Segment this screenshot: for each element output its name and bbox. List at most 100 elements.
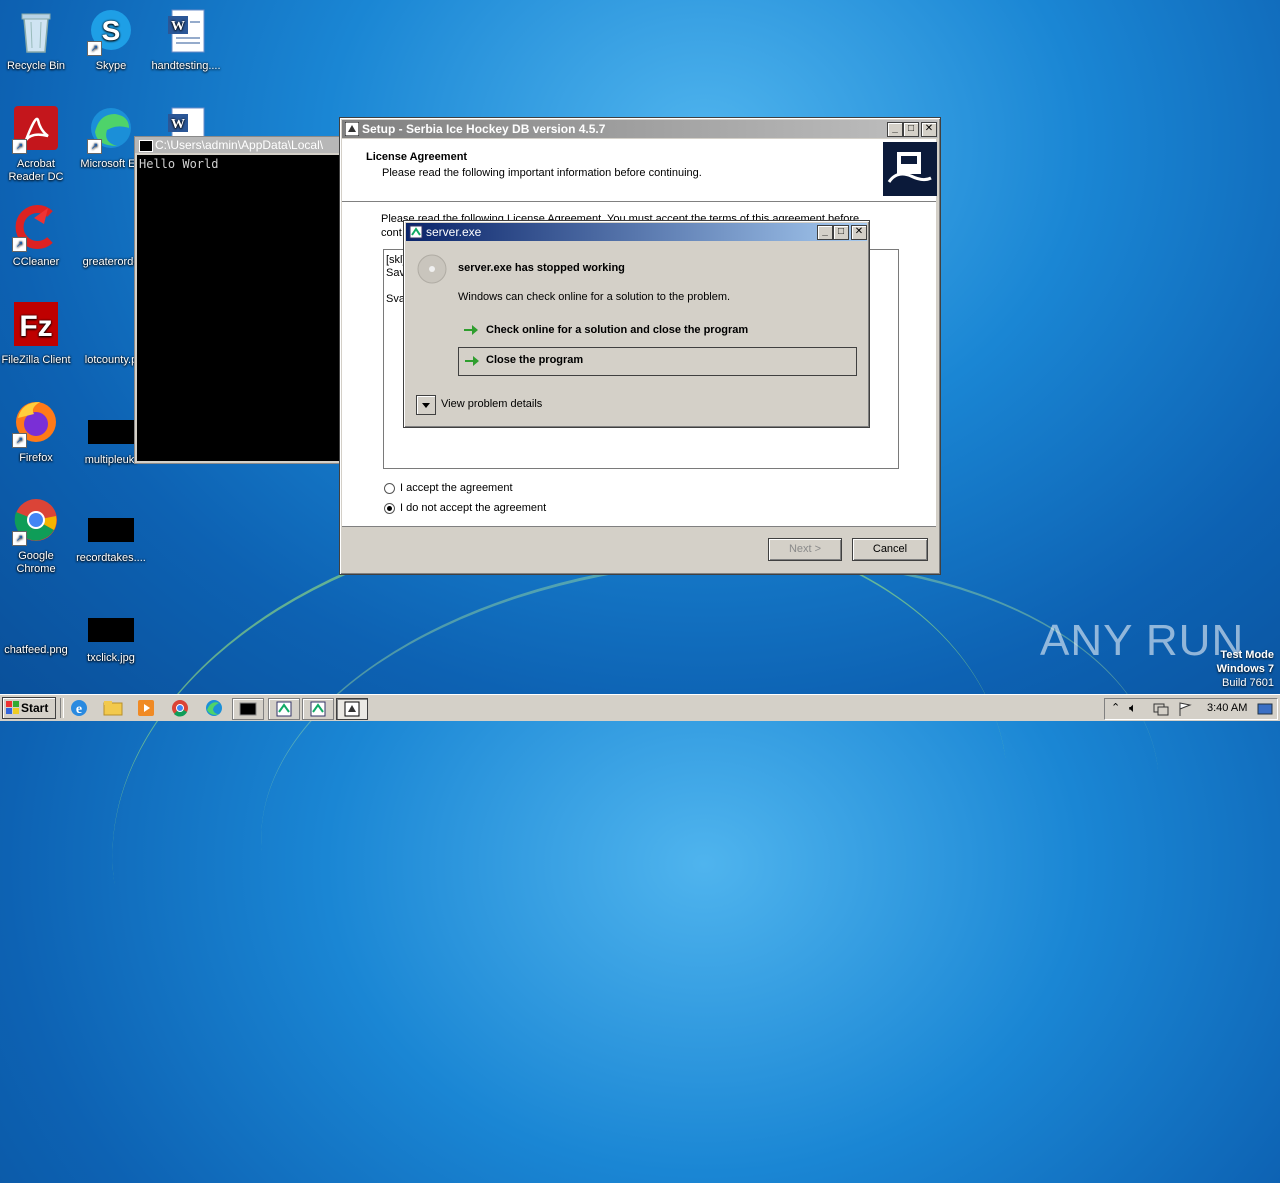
- maximize-button[interactable]: □: [903, 122, 919, 137]
- cancel-button[interactable]: Cancel: [852, 538, 928, 561]
- close-button[interactable]: ✕: [851, 225, 867, 240]
- setup-app-icon: [345, 122, 359, 136]
- check-online-option[interactable]: Check online for a solution and close th…: [458, 318, 856, 342]
- build-line: Build 7601: [1222, 677, 1274, 689]
- license-intro-line2: cont: [381, 227, 402, 239]
- console-taskbar-button[interactable]: [232, 698, 264, 720]
- next-button[interactable]: Next >: [768, 538, 842, 561]
- explorer-taskbar-icon[interactable]: [102, 698, 130, 718]
- decline-radio[interactable]: [384, 503, 395, 514]
- edge-taskbar-icon[interactable]: [203, 698, 231, 718]
- shortcut-arrow-icon: ↗: [12, 531, 27, 546]
- os-line: Windows 7: [1216, 663, 1274, 675]
- start-button[interactable]: Start: [2, 697, 56, 719]
- recycle-bin-icon[interactable]: Recycle Bin: [0, 8, 74, 73]
- minimize-button[interactable]: _: [817, 225, 833, 240]
- filezilla-icon[interactable]: Fz FileZilla Client: [0, 302, 74, 367]
- shortcut-arrow-icon: ↗: [87, 41, 102, 56]
- show-desktop-icon[interactable]: [1257, 701, 1273, 717]
- console-titlebar[interactable]: C:\Users\admin\AppData\Local\: [135, 137, 341, 153]
- firefox-icon[interactable]: ↗ Firefox: [0, 400, 74, 465]
- green-arrow-icon: [464, 325, 478, 335]
- details-toggle-button[interactable]: [416, 395, 436, 415]
- start-label: Start: [21, 701, 49, 715]
- flag-icon[interactable]: [1177, 701, 1193, 717]
- shortcut-arrow-icon: ↗: [12, 433, 27, 448]
- tray-expand-icon[interactable]: ⌃: [1111, 701, 1120, 714]
- setup-titlebar[interactable]: Setup - Serbia Ice Hockey DB version 4.5…: [342, 120, 938, 138]
- icon-label: Google Chrome: [16, 550, 56, 575]
- svg-text:e: e: [76, 702, 82, 717]
- server-app-icon: [409, 225, 423, 239]
- taskbar: Start e ⌃ 🔈︎ 3:40 AM: [0, 694, 1280, 721]
- word-doc-icon[interactable]: W handtesting....: [148, 8, 224, 73]
- check-online-label: Check online for a solution and close th…: [486, 324, 749, 336]
- svg-text:W: W: [171, 19, 185, 34]
- file-icon-chatfeed[interactable]: chatfeed.png: [0, 600, 74, 657]
- icon-label: Microsoft Ed: [80, 158, 142, 170]
- volume-icon[interactable]: 🔈︎: [1129, 700, 1137, 716]
- watermark-text: ANY RUN: [1040, 616, 1245, 665]
- svg-text:Fz: Fz: [19, 310, 52, 343]
- console-output: Hello World: [137, 155, 339, 461]
- network-icon[interactable]: [1153, 701, 1169, 717]
- icon-label: FileZilla Client: [1, 354, 71, 366]
- icon-label: Acrobat Reader DC: [8, 158, 64, 183]
- media-player-taskbar-icon[interactable]: [135, 698, 163, 718]
- shortcut-arrow-icon: ↗: [12, 237, 27, 252]
- icon-label: Skype: [95, 60, 127, 72]
- console-window[interactable]: C:\Users\admin\AppData\Local\ Hello Worl…: [134, 136, 342, 464]
- setup-wizard-icon: [883, 142, 937, 196]
- file-icon-recordtakes[interactable]: recordtakes....: [73, 504, 149, 565]
- chevron-down-icon: [422, 403, 430, 408]
- trash-icon: [21, 13, 51, 53]
- icon-label: txclick.jpg: [87, 652, 135, 664]
- icon-label: lotcounty.p: [84, 354, 138, 366]
- close-button[interactable]: ✕: [921, 122, 937, 137]
- maximize-button[interactable]: □: [833, 225, 849, 240]
- minimize-button[interactable]: _: [887, 122, 903, 137]
- anyrun-watermark: ANY RUN: [1040, 616, 1244, 666]
- close-program-label: Close the program: [486, 354, 584, 366]
- server-taskbar-button-2[interactable]: [302, 698, 334, 720]
- close-program-option[interactable]: Close the program: [458, 347, 857, 376]
- svg-text:W: W: [171, 117, 185, 132]
- view-details-label: View problem details: [441, 398, 543, 410]
- error-titlebar[interactable]: server.exe _ □ ✕: [406, 223, 867, 241]
- setup-header: License Agreement Please read the follow…: [342, 139, 937, 201]
- file-icon-txclick[interactable]: txclick.jpg: [73, 604, 149, 665]
- icon-label: chatfeed.png: [4, 644, 68, 656]
- skype-icon[interactable]: S ↗ Skype: [73, 8, 149, 73]
- server-taskbar-button[interactable]: [268, 698, 300, 720]
- ie-taskbar-icon[interactable]: e: [68, 698, 96, 718]
- test-mode-line: Test Mode: [1220, 649, 1274, 661]
- icon-label: greaterorde: [82, 256, 140, 268]
- test-mode-text: Test Mode Windows 7 Build 7601: [1217, 648, 1274, 690]
- error-heading: server.exe has stopped working: [458, 262, 625, 274]
- icon-label: handtesting....: [151, 60, 221, 72]
- acrobat-icon[interactable]: ↗ Acrobat Reader DC: [0, 106, 74, 184]
- page-title: License Agreement: [366, 151, 468, 163]
- error-dialog[interactable]: server.exe _ □ ✕ server.exe has stopped …: [403, 220, 870, 428]
- windows-logo-icon: [6, 701, 19, 714]
- decline-label: I do not accept the agreement: [400, 502, 547, 514]
- file-thumbnail: [88, 518, 134, 542]
- setup-taskbar-button-active[interactable]: [336, 698, 368, 720]
- chrome-icon[interactable]: ↗ Google Chrome: [0, 498, 74, 576]
- clock[interactable]: 3:40 AM: [1207, 702, 1247, 714]
- svg-text:S: S: [102, 15, 121, 46]
- icon-label: Recycle Bin: [6, 60, 66, 72]
- accept-label: I accept the agreement: [400, 482, 513, 494]
- shortcut-arrow-icon: ↗: [87, 139, 102, 154]
- console-title: C:\Users\admin\AppData\Local\: [155, 138, 324, 152]
- icon-label: Firefox: [19, 452, 53, 464]
- accept-radio[interactable]: [384, 483, 395, 494]
- icon-label: recordtakes....: [76, 552, 146, 564]
- ccleaner-icon[interactable]: ↗ CCleaner: [0, 204, 74, 269]
- word-document-icon: W: [168, 9, 205, 53]
- console-app-icon: [139, 140, 153, 152]
- system-tray: ⌃ 🔈︎ 3:40 AM: [1104, 698, 1278, 720]
- chrome-taskbar-icon[interactable]: [169, 698, 197, 718]
- error-title: server.exe: [426, 225, 482, 239]
- file-thumbnail: [88, 420, 134, 444]
